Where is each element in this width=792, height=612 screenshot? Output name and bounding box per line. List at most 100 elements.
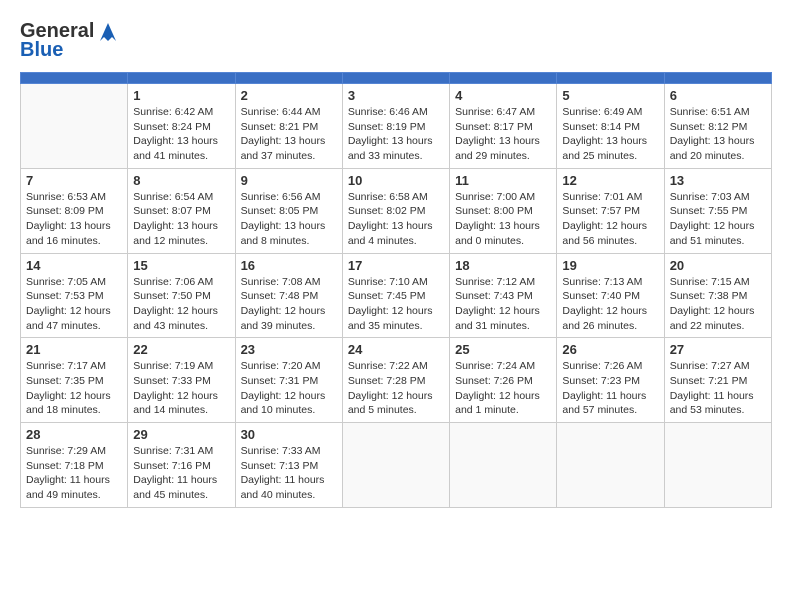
calendar-cell: [450, 423, 557, 508]
sunrise-text: Sunrise: 6:42 AM: [133, 105, 229, 120]
calendar-cell: 13 Sunrise: 7:03 AM Sunset: 7:55 PM Dayl…: [664, 168, 771, 253]
sunset-text: Sunset: 7:55 PM: [670, 204, 766, 219]
sunrise-text: Sunrise: 7:01 AM: [562, 190, 658, 205]
cell-content: Sunrise: 7:05 AM Sunset: 7:53 PM Dayligh…: [26, 275, 122, 334]
day-number: 5: [562, 88, 658, 103]
cell-content: Sunrise: 6:56 AM Sunset: 8:05 PM Dayligh…: [241, 190, 337, 249]
daylight-text: Daylight: 11 hours and 40 minutes.: [241, 473, 337, 502]
header-thursday: [450, 73, 557, 84]
calendar-cell: 23 Sunrise: 7:20 AM Sunset: 7:31 PM Dayl…: [235, 338, 342, 423]
sunset-text: Sunset: 7:21 PM: [670, 374, 766, 389]
sunrise-text: Sunrise: 7:24 AM: [455, 359, 551, 374]
day-number: 22: [133, 342, 229, 357]
cell-content: Sunrise: 7:31 AM Sunset: 7:16 PM Dayligh…: [133, 444, 229, 503]
logo: General Blue: [20, 20, 118, 62]
logo-icon: [96, 23, 118, 41]
sunset-text: Sunset: 8:24 PM: [133, 120, 229, 135]
calendar-cell: [342, 423, 449, 508]
daylight-text: Daylight: 13 hours and 25 minutes.: [562, 134, 658, 163]
calendar-cell: 11 Sunrise: 7:00 AM Sunset: 8:00 PM Dayl…: [450, 168, 557, 253]
header-wednesday: [342, 73, 449, 84]
sunset-text: Sunset: 8:14 PM: [562, 120, 658, 135]
calendar-cell: [557, 423, 664, 508]
day-number: 20: [670, 258, 766, 273]
calendar-cell: 5 Sunrise: 6:49 AM Sunset: 8:14 PM Dayli…: [557, 84, 664, 169]
sunrise-text: Sunrise: 6:51 AM: [670, 105, 766, 120]
sunset-text: Sunset: 7:45 PM: [348, 289, 444, 304]
cell-content: Sunrise: 7:12 AM Sunset: 7:43 PM Dayligh…: [455, 275, 551, 334]
daylight-text: Daylight: 13 hours and 4 minutes.: [348, 219, 444, 248]
header-tuesday: [235, 73, 342, 84]
sunset-text: Sunset: 7:28 PM: [348, 374, 444, 389]
sunset-text: Sunset: 7:13 PM: [241, 459, 337, 474]
sunrise-text: Sunrise: 7:22 AM: [348, 359, 444, 374]
daylight-text: Daylight: 13 hours and 0 minutes.: [455, 219, 551, 248]
day-number: 16: [241, 258, 337, 273]
cell-content: Sunrise: 7:20 AM Sunset: 7:31 PM Dayligh…: [241, 359, 337, 418]
header-sunday: [21, 73, 128, 84]
sunrise-text: Sunrise: 7:31 AM: [133, 444, 229, 459]
calendar-week-row: 7 Sunrise: 6:53 AM Sunset: 8:09 PM Dayli…: [21, 168, 772, 253]
cell-content: Sunrise: 7:17 AM Sunset: 7:35 PM Dayligh…: [26, 359, 122, 418]
sunset-text: Sunset: 7:31 PM: [241, 374, 337, 389]
calendar-week-row: 14 Sunrise: 7:05 AM Sunset: 7:53 PM Dayl…: [21, 253, 772, 338]
sunset-text: Sunset: 7:18 PM: [26, 459, 122, 474]
sunrise-text: Sunrise: 7:08 AM: [241, 275, 337, 290]
sunrise-text: Sunrise: 6:49 AM: [562, 105, 658, 120]
cell-content: Sunrise: 7:22 AM Sunset: 7:28 PM Dayligh…: [348, 359, 444, 418]
day-number: 21: [26, 342, 122, 357]
calendar-cell: 22 Sunrise: 7:19 AM Sunset: 7:33 PM Dayl…: [128, 338, 235, 423]
sunset-text: Sunset: 8:02 PM: [348, 204, 444, 219]
calendar-cell: 24 Sunrise: 7:22 AM Sunset: 7:28 PM Dayl…: [342, 338, 449, 423]
calendar-cell: 8 Sunrise: 6:54 AM Sunset: 8:07 PM Dayli…: [128, 168, 235, 253]
daylight-text: Daylight: 11 hours and 57 minutes.: [562, 389, 658, 418]
sunset-text: Sunset: 7:35 PM: [26, 374, 122, 389]
sunset-text: Sunset: 7:43 PM: [455, 289, 551, 304]
sunrise-text: Sunrise: 7:19 AM: [133, 359, 229, 374]
calendar-cell: 26 Sunrise: 7:26 AM Sunset: 7:23 PM Dayl…: [557, 338, 664, 423]
calendar-cell: 14 Sunrise: 7:05 AM Sunset: 7:53 PM Dayl…: [21, 253, 128, 338]
calendar-cell: 17 Sunrise: 7:10 AM Sunset: 7:45 PM Dayl…: [342, 253, 449, 338]
calendar-cell: 21 Sunrise: 7:17 AM Sunset: 7:35 PM Dayl…: [21, 338, 128, 423]
day-number: 25: [455, 342, 551, 357]
daylight-text: Daylight: 12 hours and 26 minutes.: [562, 304, 658, 333]
calendar-cell: 12 Sunrise: 7:01 AM Sunset: 7:57 PM Dayl…: [557, 168, 664, 253]
day-number: 7: [26, 173, 122, 188]
sunrise-text: Sunrise: 7:33 AM: [241, 444, 337, 459]
header-saturday: [664, 73, 771, 84]
calendar-cell: 3 Sunrise: 6:46 AM Sunset: 8:19 PM Dayli…: [342, 84, 449, 169]
header-monday: [128, 73, 235, 84]
cell-content: Sunrise: 6:49 AM Sunset: 8:14 PM Dayligh…: [562, 105, 658, 164]
calendar-week-row: 1 Sunrise: 6:42 AM Sunset: 8:24 PM Dayli…: [21, 84, 772, 169]
day-number: 17: [348, 258, 444, 273]
daylight-text: Daylight: 12 hours and 35 minutes.: [348, 304, 444, 333]
sunset-text: Sunset: 8:12 PM: [670, 120, 766, 135]
day-number: 23: [241, 342, 337, 357]
calendar-cell: 2 Sunrise: 6:44 AM Sunset: 8:21 PM Dayli…: [235, 84, 342, 169]
daylight-text: Daylight: 12 hours and 18 minutes.: [26, 389, 122, 418]
sunrise-text: Sunrise: 7:06 AM: [133, 275, 229, 290]
cell-content: Sunrise: 6:47 AM Sunset: 8:17 PM Dayligh…: [455, 105, 551, 164]
sunset-text: Sunset: 7:40 PM: [562, 289, 658, 304]
sunrise-text: Sunrise: 6:56 AM: [241, 190, 337, 205]
daylight-text: Daylight: 12 hours and 14 minutes.: [133, 389, 229, 418]
sunset-text: Sunset: 7:16 PM: [133, 459, 229, 474]
sunset-text: Sunset: 7:23 PM: [562, 374, 658, 389]
day-number: 6: [670, 88, 766, 103]
calendar-cell: 18 Sunrise: 7:12 AM Sunset: 7:43 PM Dayl…: [450, 253, 557, 338]
cell-content: Sunrise: 7:10 AM Sunset: 7:45 PM Dayligh…: [348, 275, 444, 334]
daylight-text: Daylight: 13 hours and 33 minutes.: [348, 134, 444, 163]
daylight-text: Daylight: 13 hours and 41 minutes.: [133, 134, 229, 163]
day-number: 4: [455, 88, 551, 103]
cell-content: Sunrise: 6:51 AM Sunset: 8:12 PM Dayligh…: [670, 105, 766, 164]
calendar-week-row: 21 Sunrise: 7:17 AM Sunset: 7:35 PM Dayl…: [21, 338, 772, 423]
sunrise-text: Sunrise: 7:00 AM: [455, 190, 551, 205]
day-number: 13: [670, 173, 766, 188]
day-number: 27: [670, 342, 766, 357]
sunrise-text: Sunrise: 7:05 AM: [26, 275, 122, 290]
daylight-text: Daylight: 12 hours and 1 minute.: [455, 389, 551, 418]
day-number: 14: [26, 258, 122, 273]
daylight-text: Daylight: 11 hours and 49 minutes.: [26, 473, 122, 502]
cell-content: Sunrise: 6:46 AM Sunset: 8:19 PM Dayligh…: [348, 105, 444, 164]
daylight-text: Daylight: 12 hours and 10 minutes.: [241, 389, 337, 418]
